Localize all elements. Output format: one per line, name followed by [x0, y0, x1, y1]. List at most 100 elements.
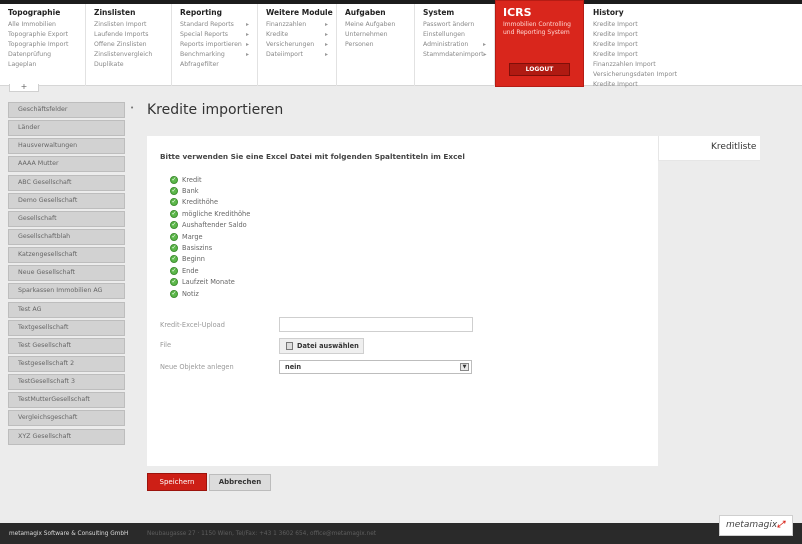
checkmark-icon: ✓	[170, 221, 178, 230]
checkmark-icon: ✓	[170, 198, 178, 207]
sidebar-item-neue-gesellschaft[interactable]: Neue Gesellschaft	[8, 265, 125, 282]
nav-item-finanzzahlen[interactable]: Finanzzahlen ▸	[266, 20, 336, 30]
instruction-text: Bitte verwenden Sie eine Excel Datei mit…	[160, 152, 465, 161]
nav-item-unternehmen[interactable]: Unternehmen	[345, 30, 414, 40]
chevron-right-icon: ▸	[324, 41, 328, 48]
nav-item-offene-zinslisten[interactable]: Offene Zinslisten	[94, 40, 171, 50]
nav-item-topographie-import[interactable]: Topographie Import	[8, 40, 85, 50]
checkmark-icon: ✓	[170, 187, 178, 196]
metamagix-logo: metamagix⤢	[719, 515, 793, 536]
nav-item-alle-immobilien[interactable]: Alle Immobilien	[8, 20, 85, 30]
sidebar-item-test-gesellschaft[interactable]: Test Gesellschaft	[8, 337, 125, 354]
nav-item-zinslisten-import[interactable]: Zinslisten Import	[94, 20, 171, 30]
list-item: ✓ Laufzeit Monate	[170, 278, 235, 287]
nav-item-duplikate[interactable]: Duplikate	[94, 60, 171, 70]
nav-title-history: History	[593, 8, 624, 17]
footer: metamagix Software & Consulting GmbH Neu…	[0, 523, 802, 544]
file-icon	[286, 342, 293, 350]
file-label: File	[160, 341, 172, 349]
logout-button[interactable]: LOGOUT	[509, 63, 570, 76]
nav-item-lageplan[interactable]: Lageplan	[8, 60, 85, 70]
new-objects-select[interactable]: nein ▼	[279, 360, 472, 374]
nav-col-history: History Kredite Import Kredite Import Kr…	[585, 4, 685, 88]
chevron-right-icon: ▸	[324, 31, 328, 38]
sidebar-item-gesellschaft[interactable]: Gesellschaft	[8, 210, 125, 227]
sidebar-item-sparkassen-immobilien-ag[interactable]: Sparkassen Immobilien AG	[8, 283, 125, 300]
logo-x-icon: ⤢	[777, 520, 785, 530]
nav-item-special-reports[interactable]: Special Reports ▸	[180, 30, 257, 40]
chevron-right-icon: ▸	[245, 31, 249, 38]
nav-item-topographie-export[interactable]: Topographie Export	[8, 30, 85, 40]
nav-item-stammdatenimport[interactable]: Stammdatenimport ▸	[423, 50, 494, 60]
upload-path-field[interactable]	[279, 317, 473, 332]
nav-title-weitere-module[interactable]: Weitere Module	[266, 8, 336, 17]
history-item[interactable]: Kredite Import	[593, 20, 685, 30]
sidebar-item-textgesellschaft[interactable]: Textgesellschaft	[8, 319, 125, 336]
nav-title-zinslisten[interactable]: Zinslisten	[94, 8, 171, 17]
import-panel: Bitte verwenden Sie eine Excel Datei mit…	[147, 136, 658, 466]
sidebar-item-xyz-gesellschaft[interactable]: XYZ Gesellschaft	[8, 428, 125, 445]
nav-item-dateiimport[interactable]: Dateiimport ▸	[266, 50, 336, 60]
chevron-right-icon: ▸	[245, 41, 249, 48]
nav-item-einstellungen[interactable]: Einstellungen	[423, 30, 494, 40]
page-title: Kredite importieren	[147, 102, 284, 118]
chevron-right-icon: ▸	[324, 21, 328, 28]
sidebar-item-katzengesellschaft[interactable]: Katzengesellschaft	[8, 247, 125, 264]
history-item[interactable]: Kredite Import	[593, 50, 685, 60]
footer-address: Neubaugasse 27 · 1150 Wien, Tel/Fax: +43…	[147, 531, 377, 537]
nav-title-topographie[interactable]: Topographie	[8, 8, 85, 17]
tab-kreditliste[interactable]: Kreditliste	[658, 136, 760, 161]
nav-title-reporting[interactable]: Reporting	[180, 8, 257, 17]
list-item: ✓ Ende	[170, 266, 199, 275]
icrs-brand-panel: ICRS Immobilien Controlling und Reportin…	[495, 0, 584, 87]
list-item: ✓ Marge	[170, 232, 203, 241]
sidebar-item-aaaa-mutter[interactable]: AAAA Mutter	[8, 156, 125, 173]
history-item[interactable]: Finanzzahlen Import	[593, 60, 685, 70]
sidebar-item-testmuttergesellschaft[interactable]: TestMutterGesellschaft	[8, 392, 125, 409]
list-item: ✓ Kredithöhe	[170, 198, 218, 207]
list-item: ✓ Kredit	[170, 175, 202, 184]
sidebar-item-hausverwaltungen[interactable]: Hausverwaltungen	[8, 138, 125, 155]
required-columns-list: ✓ Kredit ✓ Bank ✓ Kredithöhe ✓ mögliche Kred…	[170, 174, 250, 299]
list-item: ✓ Notiz	[170, 289, 199, 298]
list-item: ✓ Basiszins	[170, 244, 213, 253]
sidebar-item-vergleichsgeschaft[interactable]: Vergleichsgeschaft	[8, 410, 125, 427]
history-item[interactable]: Versicherungsdaten Import	[593, 70, 685, 80]
nav-item-reports-importieren[interactable]: Reports importieren ▸	[180, 40, 257, 50]
nav-col-weitere-module: Weitere Module Finanzzahlen ▸ Kredite ▸ Ve…	[258, 4, 337, 86]
nav-title-aufgaben[interactable]: Aufgaben	[345, 8, 414, 17]
nav-item-zinslistenvergleich[interactable]: Zinslistenvergleich	[94, 50, 171, 60]
sidebar-item-laender[interactable]: Länder	[8, 120, 125, 137]
nav-col-topographie: Topographie Alle Immobilien Topographie …	[0, 4, 86, 86]
sidebar-item-geschaeftsfelder[interactable]: Geschäftsfelder	[8, 102, 125, 118]
sidebar-item-abc-gesellschaft[interactable]: ABC Gesellschaft	[8, 174, 125, 191]
save-button[interactable]: Speichern	[147, 473, 207, 491]
nav-item-kredite[interactable]: Kredite ▸	[266, 30, 336, 40]
tree-toggle-button[interactable]: +	[9, 83, 39, 92]
nav-item-datenpruefung[interactable]: Datenprüfung	[8, 50, 85, 60]
sidebar-collapse-dot[interactable]: •	[130, 104, 134, 112]
nav-item-passwort-aendern[interactable]: Passwort ändern	[423, 20, 494, 30]
nav-item-versicherungen[interactable]: Versicherungen ▸	[266, 40, 336, 50]
nav-item-personen[interactable]: Personen	[345, 40, 414, 50]
nav-item-abfragefilter[interactable]: Abfragefilter	[180, 60, 257, 70]
nav-item-standard-reports[interactable]: Standard Reports ▸	[180, 20, 257, 30]
sidebar-item-testgesellschaft-3[interactable]: TestGesellschaft 3	[8, 374, 125, 391]
checkmark-icon: ✓	[170, 244, 178, 253]
nav-item-meine-aufgaben[interactable]: Meine Aufgaben	[345, 20, 414, 30]
history-item[interactable]: Kredite Import	[593, 30, 685, 40]
nav-item-benchmarking[interactable]: Benchmarking ▸	[180, 50, 257, 60]
nav-item-laufende-imports[interactable]: Laufende Imports	[94, 30, 171, 40]
sidebar-item-demo-gesellschaft[interactable]: Demo Gesellschaft	[8, 192, 125, 209]
history-item[interactable]: Kredite Import	[593, 80, 685, 90]
nav-title-system[interactable]: System	[423, 8, 494, 17]
chevron-right-icon: ▸	[483, 51, 487, 58]
chevron-down-icon: ▼	[460, 363, 469, 371]
sidebar-item-testgesellschaft-2[interactable]: Testgesellschaft 2	[8, 355, 125, 372]
sidebar-item-test-ag[interactable]: Test AG	[8, 301, 125, 318]
history-item[interactable]: Kredite Import	[593, 40, 685, 50]
sidebar-item-gesellschaftblah[interactable]: Gesellschaftblah	[8, 228, 125, 245]
choose-file-button[interactable]: Datei auswählen	[279, 338, 364, 354]
nav-item-administration[interactable]: Administration ▸	[423, 40, 494, 50]
cancel-button[interactable]: Abbrechen	[209, 474, 271, 491]
